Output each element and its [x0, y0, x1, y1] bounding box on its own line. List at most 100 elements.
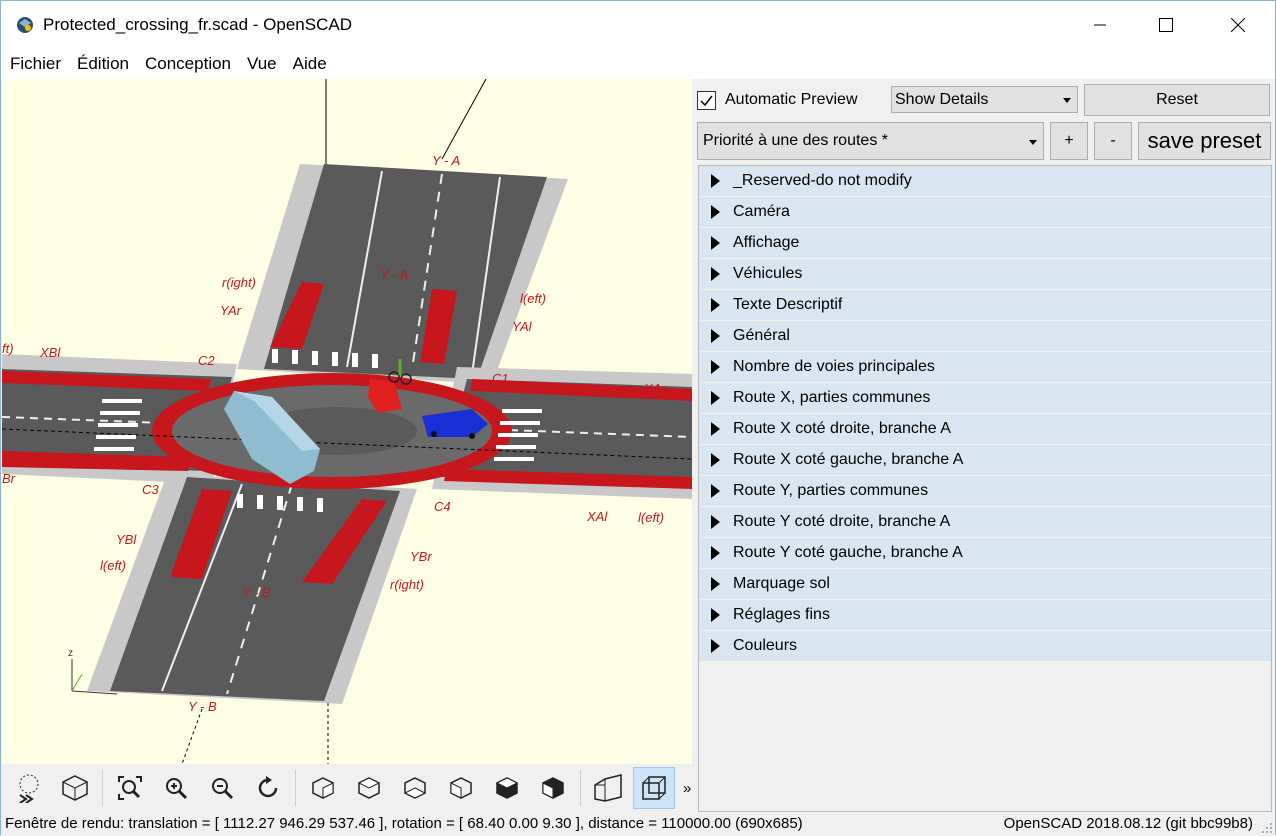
intersection-render: z Y - A Y - A r(ight) YAr l(eft) YAl ft)… [2, 79, 692, 764]
label-ya-mid: Y - A [380, 267, 408, 282]
param-group[interactable]: Route X coté droite, branche A [699, 414, 1271, 445]
view-front-button[interactable] [486, 767, 528, 809]
details-select[interactable]: Show Details [891, 86, 1078, 113]
reset-view-button[interactable] [247, 767, 289, 809]
param-group-label: Nombre de voies principales [733, 358, 935, 375]
zoom-out-icon [212, 778, 234, 800]
expand-triangle-icon [711, 484, 720, 498]
view-right-button[interactable] [302, 767, 344, 809]
view-bottom-button[interactable] [394, 767, 436, 809]
param-group[interactable]: Marquage sol [699, 569, 1271, 600]
solid-icon [62, 775, 88, 801]
param-group[interactable]: Texte Descriptif [699, 290, 1271, 321]
view-back-button[interactable] [532, 767, 574, 809]
param-group[interactable]: Route Y, parties communes [699, 476, 1271, 507]
view-back-icon [542, 777, 564, 799]
label-c3: C3 [142, 482, 159, 497]
param-group-label: Marquage sol [733, 575, 830, 592]
param-group[interactable]: Couleurs [699, 631, 1271, 662]
param-group[interactable]: Caméra [699, 197, 1271, 228]
label-left-top: l(eft) [520, 291, 546, 306]
resize-grip-icon[interactable] [1261, 822, 1273, 834]
maximize-button[interactable] [1143, 1, 1189, 49]
param-group[interactable]: Route X, parties communes [699, 383, 1271, 414]
zoom-in-icon [166, 778, 188, 800]
render-window-status: Fenêtre de rendu: translation = [ 1112.2… [5, 815, 803, 832]
expand-triangle-icon [711, 422, 720, 436]
param-group[interactable]: Route Y coté gauche, branche A [699, 538, 1271, 569]
app-window: Protected_crossing_fr.scad - OpenSCAD Fi… [0, 0, 1276, 836]
version-status: OpenSCAD 2018.08.12 (git bbc99b8) [1003, 815, 1253, 832]
menu-file[interactable]: Fichier [1, 49, 69, 79]
param-group-label: Route X coté gauche, branche A [733, 451, 964, 468]
menu-edit[interactable]: Édition [69, 49, 137, 79]
param-group-label: Réglages fins [733, 606, 830, 623]
param-group[interactable]: Route Y coté droite, branche A [699, 507, 1271, 538]
view-left-button[interactable] [440, 767, 482, 809]
label-right-top: r(ight) [222, 275, 256, 290]
minimize-button[interactable] [1077, 1, 1123, 49]
zoom-in-button[interactable] [155, 767, 197, 809]
view-toolbar: » [2, 764, 692, 812]
toolbar-overflow-button[interactable]: » [683, 780, 691, 797]
zoom-out-button[interactable] [201, 767, 243, 809]
label-yb-bottom: Y - B [188, 699, 217, 714]
menu-view[interactable]: Vue [239, 49, 285, 79]
view-all-solid-button[interactable] [54, 767, 96, 809]
toolbar-separator [102, 770, 103, 806]
param-group[interactable]: Général [699, 321, 1271, 352]
label-right-bottom: r(ight) [390, 577, 424, 592]
menu-help[interactable]: Aide [285, 49, 335, 79]
view-right-icon [312, 777, 334, 799]
close-button[interactable] [1215, 1, 1261, 49]
label-xal: XAl [586, 509, 608, 524]
reset-button[interactable]: Reset [1084, 84, 1270, 116]
perspective-button[interactable] [587, 767, 629, 809]
view-bottom-icon [403, 777, 427, 799]
automatic-preview-toggle[interactable]: Automatic Preview [697, 87, 858, 113]
view-top-button[interactable] [348, 767, 390, 809]
automatic-preview-checkbox[interactable] [697, 90, 716, 110]
expand-triangle-icon [711, 453, 720, 467]
param-group[interactable]: _Reserved-do not modify [699, 166, 1271, 197]
param-group[interactable]: Nombre de voies principales [699, 352, 1271, 383]
param-group-label: Texte Descriptif [733, 296, 843, 313]
expand-triangle-icon [711, 360, 720, 374]
perspective-icon [594, 774, 622, 802]
menu-design[interactable]: Conception [137, 49, 239, 79]
param-group-label: Couleurs [733, 637, 798, 654]
expand-triangle-icon [711, 577, 720, 591]
orthogonal-button[interactable] [633, 767, 675, 809]
param-group-label: Caméra [733, 203, 790, 220]
label-xbr: Br [2, 471, 16, 486]
label-yb-mid: Y - B [242, 585, 271, 600]
chevron-down-icon [1029, 140, 1037, 145]
view-all-button[interactable] [109, 767, 151, 809]
add-preset-button[interactable]: + [1050, 122, 1088, 160]
param-group-label: Route Y coté gauche, branche A [733, 544, 963, 561]
param-group[interactable]: Réglages fins [699, 600, 1271, 631]
param-group[interactable]: Affichage [699, 228, 1271, 259]
preset-select-value: Priorité à une des routes * [703, 132, 888, 149]
param-group-label: Route X coté droite, branche A [733, 420, 951, 437]
preview-render-button[interactable] [8, 767, 50, 809]
param-group[interactable]: Route X coté gauche, branche A [699, 445, 1271, 476]
param-group-label: Route X, parties communes [733, 389, 931, 406]
label-left-bottom: l(eft) [100, 558, 126, 573]
reset-icon [258, 776, 278, 798]
label-c4: C4 [434, 499, 451, 514]
remove-preset-button[interactable]: - [1094, 122, 1132, 160]
preset-select[interactable]: Priorité à une des routes * [697, 122, 1044, 160]
menu-bar: Fichier Édition Conception Vue Aide [1, 49, 1275, 79]
param-group-label: Route Y, parties communes [733, 482, 929, 499]
render-icon [19, 774, 39, 803]
view-front-icon [495, 777, 519, 799]
3d-viewport[interactable]: z Y - A Y - A r(ight) YAr l(eft) YAl ft)… [2, 79, 692, 764]
parameter-groups: _Reserved-do not modify Caméra Affichage… [698, 165, 1272, 812]
param-group[interactable]: Véhicules [699, 259, 1271, 290]
minimize-icon [1094, 24, 1106, 26]
status-bar: Fenêtre de rendu: translation = [ 1112.2… [1, 812, 1275, 836]
save-preset-button[interactable]: save preset [1138, 122, 1271, 160]
param-group-label: _Reserved-do not modify [733, 172, 912, 189]
expand-triangle-icon [711, 639, 720, 653]
